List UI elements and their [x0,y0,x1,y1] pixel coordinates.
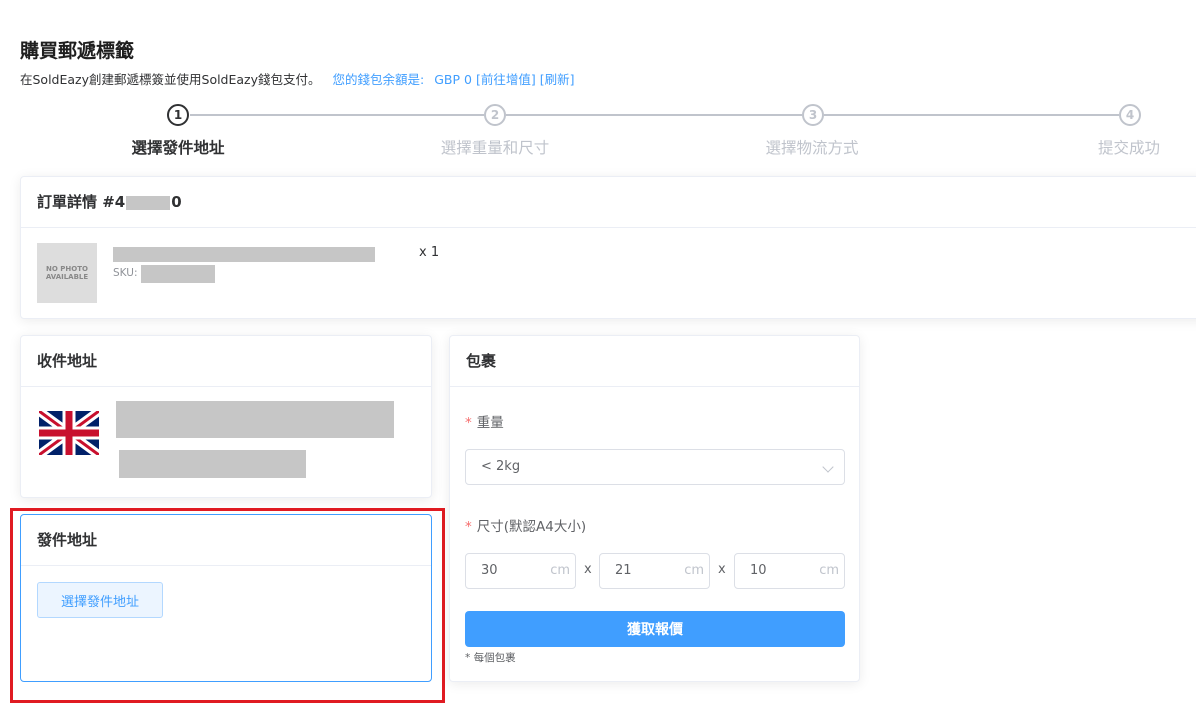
redacted-recipient-address [119,450,306,478]
topup-link[interactable]: [前往增值] [476,72,536,87]
redacted-order-number [126,195,171,210]
package-card: 包裹 * 重量 < 2kg * 尺寸(默認A4大小) 30 cm x 21 cm x 1… [449,335,860,682]
step-4-label: 提交成功 [1097,139,1161,157]
sender-address-title: 發件地址 [21,515,431,566]
subtitle-text: 在SoldEazy創建郵遞標簽並使用SoldEazy錢包支付。 [20,72,321,87]
uk-flag-icon [39,411,99,455]
sender-address-card: 發件地址 選擇發件地址 [20,514,432,682]
step-2-number: 2 [484,104,506,126]
length-input[interactable]: 30 cm [465,553,576,589]
order-details-header: 訂單詳情 #4 0 [21,177,1196,228]
unit-label: cm [819,563,839,578]
order-title-suffix: 0 [171,193,182,211]
sku-label: SKU: [113,267,138,279]
page-title: 購買郵遞標籤 [20,40,135,62]
wallet-balance: GBP 0 [434,72,472,87]
order-title-prefix: 訂單詳情 #4 [37,193,126,211]
unit-label: cm [684,563,704,578]
product-image-placeholder: NO PHOTO AVAILABLE [37,243,97,303]
step-4-number: 4 [1119,104,1141,126]
per-package-note: * 每個包裹 [465,652,516,664]
redacted-sku [141,265,215,283]
page-subtitle: 在SoldEazy創建郵遞標簽並使用SoldEazy錢包支付。 您的錢包余額是: G… [20,69,574,88]
step-1-number: 1 [167,104,189,126]
size-label: * 尺寸(默認A4大小) [465,519,587,535]
unit-label: cm [550,563,570,578]
order-item: NO PHOTO AVAILABLE x 1 SKU: [21,228,1196,318]
chevron-down-icon [822,461,834,473]
step-connector [506,114,802,116]
times-separator: x [718,562,726,577]
item-quantity: x 1 [419,245,440,260]
times-separator: x [584,562,592,577]
choose-sender-address-button[interactable]: 選擇發件地址 [37,582,163,618]
wallet-label: 您的錢包余額是: [332,72,425,87]
step-connector [824,114,1119,116]
step-3-number: 3 [802,104,824,126]
package-title: 包裹 [450,336,859,387]
redacted-recipient-name [116,401,394,438]
order-details-card: 訂單詳情 #4 0 NO PHOTO AVAILABLE x 1 SKU: [20,176,1196,319]
recipient-address-card: 收件地址 [20,335,432,498]
weight-select-value: < 2kg [481,459,521,474]
recipient-address-title: 收件地址 [21,336,431,387]
height-input[interactable]: 10 cm [734,553,845,589]
weight-label: * 重量 [465,415,504,431]
step-1-label: 選擇發件地址 [131,139,225,157]
step-connector [190,114,484,116]
width-input[interactable]: 21 cm [599,553,710,589]
step-2-label: 選擇重量和尺寸 [440,139,550,157]
get-quote-button[interactable]: 獲取報價 [465,611,845,647]
weight-select[interactable]: < 2kg [465,449,845,485]
refresh-link[interactable]: [刷新] [540,72,575,87]
step-indicator: 1 2 3 4 選擇發件地址 選擇重量和尺寸 選擇物流方式 提交成功 [0,100,1196,160]
redacted-product-name [113,247,375,262]
step-3-label: 選擇物流方式 [765,139,859,157]
